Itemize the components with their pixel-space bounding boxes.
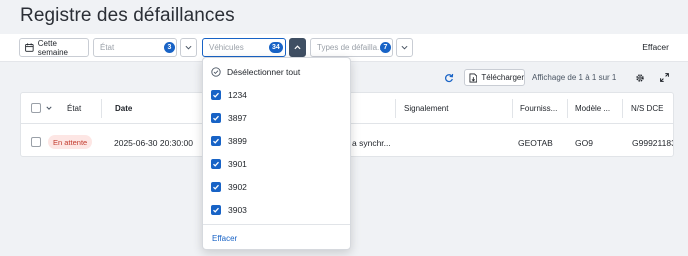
row-provider: GEOTAB <box>518 138 553 148</box>
status-filter-toggle[interactable] <box>180 38 197 57</box>
select-all-checkbox[interactable] <box>31 103 41 113</box>
deselect-all-option[interactable]: Désélectionner tout <box>211 64 300 80</box>
column-divider <box>567 99 568 118</box>
download-file-icon <box>469 73 478 82</box>
row-fault-snippet: a synchr... <box>352 138 391 148</box>
fault-type-filter-placeholder: Types de défailla... <box>317 43 384 52</box>
vehicle-option[interactable]: 3903 <box>211 202 247 218</box>
refresh-icon[interactable] <box>444 73 454 83</box>
status-filter-count-badge: 3 <box>164 42 175 53</box>
page-title: Registre des défaillances <box>20 5 235 26</box>
calendar-icon <box>25 43 34 52</box>
vehicle-option-label: 3897 <box>228 113 247 123</box>
checked-checkbox-icon[interactable] <box>211 182 221 192</box>
pagination-text: Affichage de 1 à 1 sur 1 <box>532 73 617 82</box>
checked-checkbox-icon[interactable] <box>211 159 221 169</box>
deselect-all-label: Désélectionner tout <box>227 67 301 77</box>
vehicle-option[interactable]: 3897 <box>211 110 247 126</box>
chevron-down-icon <box>401 45 408 50</box>
row-serial: G99921183 <box>632 138 674 148</box>
gear-icon[interactable] <box>635 73 645 83</box>
row-checkbox[interactable] <box>31 137 41 147</box>
expand-icon[interactable] <box>660 73 669 82</box>
checked-checkbox-icon[interactable] <box>211 90 221 100</box>
vehicle-filter-count-badge: 34 <box>269 42 283 53</box>
column-header-signalement[interactable]: Signalement <box>404 104 448 113</box>
vehicle-option[interactable]: 3901 <box>211 156 247 172</box>
vehicle-dropdown-menu: Désélectionner tout 1234 3897 3899 3901 … <box>202 57 351 250</box>
column-divider <box>512 99 513 118</box>
dropdown-clear-link[interactable]: Effacer <box>212 234 237 243</box>
column-header-serial[interactable]: N/S DCE <box>631 104 663 113</box>
vehicle-option-label: 1234 <box>228 90 247 100</box>
column-header-status[interactable]: État <box>67 104 81 113</box>
chevron-down-icon <box>185 45 192 50</box>
status-badge: En attente <box>48 135 93 149</box>
clear-filters-link[interactable]: Effacer <box>642 42 669 52</box>
vehicle-option-label: 3902 <box>228 182 247 192</box>
fault-type-filter-count-badge: 7 <box>380 42 391 53</box>
vehicle-option[interactable]: 1234 <box>211 87 247 103</box>
row-date: 2025-06-30 20:30:00 <box>114 138 193 148</box>
check-circle-icon <box>211 67 221 77</box>
vehicle-filter-input[interactable]: Véhicules 34 <box>202 38 286 57</box>
chevron-up-icon <box>294 45 301 50</box>
row-model: GO9 <box>575 138 593 148</box>
column-header-provider[interactable]: Fourniss... <box>520 104 557 113</box>
week-filter-button[interactable]: Cette semaine <box>19 38 89 57</box>
column-header-model[interactable]: Modèle ... <box>575 104 610 113</box>
column-divider <box>622 99 623 118</box>
vehicle-option[interactable]: 3902 <box>211 179 247 195</box>
vehicle-filter-placeholder: Véhicules <box>209 43 244 52</box>
column-header-date[interactable]: Date <box>115 104 132 113</box>
status-filter-placeholder: État <box>100 43 115 52</box>
vehicle-option-label: 3899 <box>228 136 247 146</box>
chevron-down-icon[interactable] <box>46 106 52 110</box>
checked-checkbox-icon[interactable] <box>211 205 221 215</box>
vehicle-filter-toggle[interactable] <box>289 38 306 57</box>
checked-checkbox-icon[interactable] <box>211 136 221 146</box>
week-filter-label: Cette semaine <box>37 38 69 57</box>
status-filter-input[interactable]: État 3 <box>93 38 177 57</box>
column-divider <box>101 99 102 118</box>
vehicle-option[interactable]: 3899 <box>211 133 247 149</box>
fault-type-filter-input[interactable]: Types de défailla... 7 <box>310 38 393 57</box>
vehicle-option-label: 3903 <box>228 205 247 215</box>
checked-checkbox-icon[interactable] <box>211 113 221 123</box>
vehicle-option-label: 3901 <box>228 159 247 169</box>
dropdown-divider <box>203 224 350 225</box>
download-label: Télécharger <box>481 73 524 82</box>
fault-type-filter-toggle[interactable] <box>396 38 413 57</box>
column-divider <box>395 99 396 118</box>
download-button[interactable]: Télécharger <box>464 69 525 86</box>
